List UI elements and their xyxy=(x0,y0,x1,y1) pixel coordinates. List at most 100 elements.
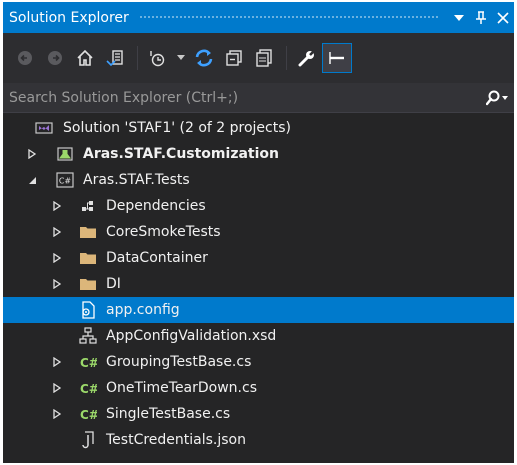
svg-text:C#: C# xyxy=(80,408,97,422)
svg-text:C#: C# xyxy=(80,382,97,396)
svg-text:C#: C# xyxy=(80,356,97,370)
tree-item-project-tests[interactable]: C# Aras.STAF.Tests xyxy=(3,167,514,193)
tree-item-label: DataContainer xyxy=(106,250,208,266)
tree-item-grouping-test-base[interactable]: C# GroupingTestBase.cs xyxy=(3,349,514,375)
back-icon xyxy=(18,51,32,65)
dependencies-icon xyxy=(79,197,97,215)
chevron-right-icon xyxy=(53,409,61,419)
chevron-right-icon xyxy=(53,279,61,289)
csharp-file-icon: C# xyxy=(79,353,97,371)
tree-item-label: Dependencies xyxy=(106,198,206,214)
svg-text:C#: C# xyxy=(59,177,72,186)
expand-arrow[interactable] xyxy=(50,401,64,427)
chevron-right-icon xyxy=(53,201,61,211)
title-bar: Solution Explorer xyxy=(3,2,514,33)
window-position-dropdown-button[interactable] xyxy=(448,2,470,33)
panel-title: Solution Explorer xyxy=(9,9,129,26)
switch-views-button[interactable] xyxy=(101,44,129,72)
caret-down-icon xyxy=(502,95,508,100)
folder-icon xyxy=(79,249,97,267)
tree-item-label: OneTimeTearDown.cs xyxy=(106,380,257,396)
xml-schema-icon xyxy=(79,327,97,345)
home-icon xyxy=(77,49,93,66)
back-button[interactable] xyxy=(11,44,39,72)
folder-icon xyxy=(79,223,97,241)
solution-explorer-panel: Solution Explorer Search Solution Explor… xyxy=(3,2,514,463)
collapse-all-button[interactable] xyxy=(220,44,248,72)
tree-item-label: SingleTestBase.cs xyxy=(106,406,231,422)
tree-item-dependencies[interactable]: Dependencies xyxy=(3,193,514,219)
visual-studio-solution-icon xyxy=(35,119,53,137)
tree-item-folder-coresmoketests[interactable]: CoreSmokeTests xyxy=(3,219,514,245)
preview-selected-items-button[interactable] xyxy=(322,43,352,73)
test-project-icon xyxy=(56,145,74,163)
expand-arrow[interactable] xyxy=(50,219,64,245)
tree-item-label: TestCredentials.json xyxy=(106,432,246,448)
search-icon xyxy=(486,90,500,105)
tree-item-label: app.config xyxy=(106,302,180,318)
chevron-right-icon xyxy=(28,149,36,159)
tree-item-solution[interactable]: Solution 'STAF1' (2 of 2 projects) xyxy=(3,115,514,141)
tree-item-label: DI xyxy=(106,276,121,292)
csharp-file-icon: C# xyxy=(79,405,97,423)
tree-item-label: GroupingTestBase.cs xyxy=(106,354,252,370)
tree-item-app-config-validation[interactable]: AppConfigValidation.xsd xyxy=(3,323,514,349)
toolbar-separator xyxy=(286,46,287,70)
config-file-icon xyxy=(79,301,97,319)
search-bar xyxy=(3,83,514,113)
json-file-icon xyxy=(79,431,97,449)
tree-item-folder-di[interactable]: DI xyxy=(3,271,514,297)
wrench-icon xyxy=(298,50,315,67)
folder-icon xyxy=(79,275,97,293)
tree-item-test-credentials[interactable]: TestCredentials.json xyxy=(3,427,514,453)
collapse-all-icon xyxy=(226,50,242,66)
toolbar-separator xyxy=(137,46,138,70)
show-all-files-button[interactable] xyxy=(250,44,278,72)
collapse-arrow[interactable] xyxy=(25,167,39,193)
expand-arrow[interactable] xyxy=(50,245,64,271)
tree-item-label: Aras.STAF.Tests xyxy=(83,172,190,188)
tree-item-folder-datacontainer[interactable]: DataContainer xyxy=(3,245,514,271)
tree-item-label: Aras.STAF.Customization xyxy=(83,146,279,162)
sync-with-document-icon xyxy=(195,49,213,67)
search-options-button[interactable] xyxy=(480,83,514,113)
tree-item-app-config[interactable]: app.config xyxy=(3,297,514,323)
home-button[interactable] xyxy=(71,44,99,72)
search-input[interactable] xyxy=(3,88,480,107)
auto-hide-pin-button[interactable] xyxy=(470,2,492,33)
expand-arrow[interactable] xyxy=(25,141,39,167)
caret-down-icon xyxy=(177,55,185,60)
sync-with-document-button[interactable] xyxy=(190,44,218,72)
tree-item-single-test-base[interactable]: C# SingleTestBase.cs xyxy=(3,401,514,427)
chevron-right-icon xyxy=(53,357,61,367)
expand-arrow[interactable] xyxy=(50,375,64,401)
toolbar xyxy=(3,33,514,83)
expand-arrow[interactable] xyxy=(50,193,64,219)
close-button[interactable] xyxy=(492,2,514,33)
close-icon xyxy=(497,11,509,24)
expand-arrow[interactable] xyxy=(50,349,64,375)
pending-changes-filter-icon xyxy=(150,51,165,67)
chevron-down-icon xyxy=(28,176,36,184)
forward-button[interactable] xyxy=(41,44,69,72)
chevron-right-icon xyxy=(53,227,61,237)
drag-grip[interactable] xyxy=(138,15,438,20)
tree-item-label: CoreSmokeTests xyxy=(106,224,221,240)
pending-changes-filter-button[interactable] xyxy=(144,44,172,72)
chevron-right-icon xyxy=(53,253,61,263)
chevron-right-icon xyxy=(53,383,61,393)
tree-item-project-customization[interactable]: Aras.STAF.Customization xyxy=(3,141,514,167)
csharp-project-icon: C# xyxy=(56,171,74,189)
csharp-file-icon: C# xyxy=(79,379,97,397)
caret-down-icon xyxy=(454,14,464,21)
properties-button[interactable] xyxy=(293,44,321,72)
switch-views-icon xyxy=(106,50,123,67)
forward-icon xyxy=(48,51,62,65)
tree-item-label: Solution 'STAF1' (2 of 2 projects) xyxy=(63,120,291,136)
pending-changes-filter-dropdown[interactable] xyxy=(174,44,188,72)
tree-item-one-time-tear-down[interactable]: C# OneTimeTearDown.cs xyxy=(3,375,514,401)
show-all-files-icon xyxy=(256,49,272,67)
tree-item-label: AppConfigValidation.xsd xyxy=(106,328,277,344)
preview-selected-items-icon xyxy=(329,52,344,64)
expand-arrow[interactable] xyxy=(50,271,64,297)
